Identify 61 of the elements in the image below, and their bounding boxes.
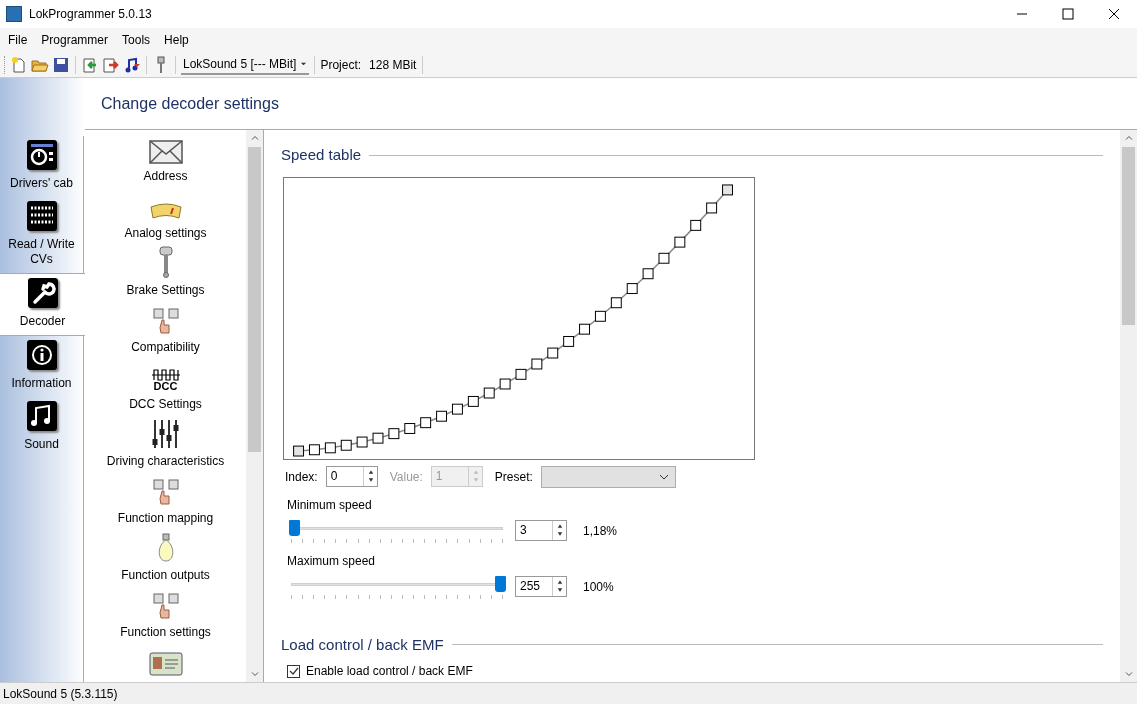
save-icon[interactable] bbox=[52, 55, 70, 74]
new-file-icon[interactable] bbox=[10, 55, 28, 74]
chevron-down-icon bbox=[658, 473, 669, 480]
speed-percent: 100% bbox=[583, 578, 614, 596]
scrollbar[interactable] bbox=[1120, 130, 1137, 682]
speed-spinbox[interactable]: 3 bbox=[515, 520, 567, 541]
menu-item[interactable]: Programmer bbox=[34, 28, 116, 52]
scrollbar[interactable] bbox=[246, 130, 263, 682]
index-label: Index: bbox=[285, 468, 318, 486]
nav-tab[interactable]: Sound bbox=[0, 397, 84, 458]
project-label: Project: bbox=[320, 56, 362, 74]
sound-icon bbox=[26, 401, 57, 431]
value-label: Value: bbox=[389, 468, 423, 486]
category-item[interactable]: Driving characteristics bbox=[85, 417, 246, 474]
checkbox[interactable] bbox=[287, 664, 300, 678]
index-spinbox[interactable]: 0 bbox=[325, 466, 378, 487]
category-item[interactable]: Function settings bbox=[85, 588, 246, 645]
info-icon bbox=[26, 340, 57, 370]
scrollbar-thumb[interactable] bbox=[1122, 147, 1135, 325]
section-title: Load control / back EMF bbox=[281, 634, 444, 655]
slider-label: Maximum speed bbox=[287, 552, 377, 570]
music-note-icon[interactable] bbox=[123, 55, 141, 74]
status-text: LokSound 5 (5.3.115) bbox=[3, 685, 118, 703]
gauge-icon bbox=[148, 203, 183, 221]
speed-percent: 1,18% bbox=[583, 522, 618, 540]
scrollbar-thumb[interactable] bbox=[248, 147, 261, 452]
id-card-icon bbox=[148, 652, 183, 676]
envelope-icon bbox=[148, 140, 183, 164]
category-item[interactable]: DCC DCC Settings bbox=[85, 360, 246, 417]
menu-item[interactable]: Tools bbox=[115, 28, 158, 52]
keys-hand-icon bbox=[150, 592, 181, 620]
checkbox-label: Enable load control / back EMF bbox=[306, 663, 473, 680]
window-title: LokProgrammer 5.0.13 bbox=[29, 6, 152, 23]
project-size: 128 MBit bbox=[369, 55, 424, 74]
decoder-dropdown[interactable]: LokSound 5 [--- MBit] bbox=[181, 54, 310, 75]
menu-item[interactable]: File bbox=[1, 28, 35, 52]
export-icon[interactable] bbox=[102, 55, 120, 74]
category-item[interactable]: Brake Settings bbox=[85, 246, 246, 303]
category-item[interactable]: Compatibility bbox=[85, 303, 246, 360]
category-item[interactable]: Analog settings bbox=[85, 189, 246, 246]
nav-tab[interactable]: Information bbox=[0, 336, 84, 397]
nav-tab[interactable]: Read / Write CVs bbox=[0, 197, 84, 273]
import-icon[interactable] bbox=[81, 55, 99, 74]
category-item[interactable]: Address bbox=[85, 132, 246, 189]
nav-tab[interactable]: Decoder bbox=[0, 273, 85, 336]
category-item[interactable]: Function mapping bbox=[85, 474, 246, 531]
slider-thumb[interactable] bbox=[289, 519, 301, 536]
category-item[interactable]: Function outputs bbox=[85, 531, 246, 588]
app-logo-icon bbox=[6, 6, 22, 22]
nav-tab[interactable]: Drivers' cab bbox=[0, 136, 84, 197]
speed-spinbox[interactable]: 255 bbox=[515, 576, 567, 597]
slider-thumb[interactable] bbox=[495, 575, 506, 592]
keys-hand-icon bbox=[150, 307, 181, 335]
preset-label: Preset: bbox=[494, 468, 533, 486]
preset-dropdown[interactable] bbox=[540, 465, 676, 488]
dropdown-caret-icon bbox=[300, 60, 308, 67]
page-header: Change decoder settings bbox=[101, 93, 279, 114]
section-title: Speed table bbox=[281, 145, 362, 165]
slider-label: Minimum speed bbox=[287, 496, 373, 514]
menu-item[interactable]: Help bbox=[157, 28, 196, 52]
keys-hand-icon bbox=[150, 478, 181, 506]
